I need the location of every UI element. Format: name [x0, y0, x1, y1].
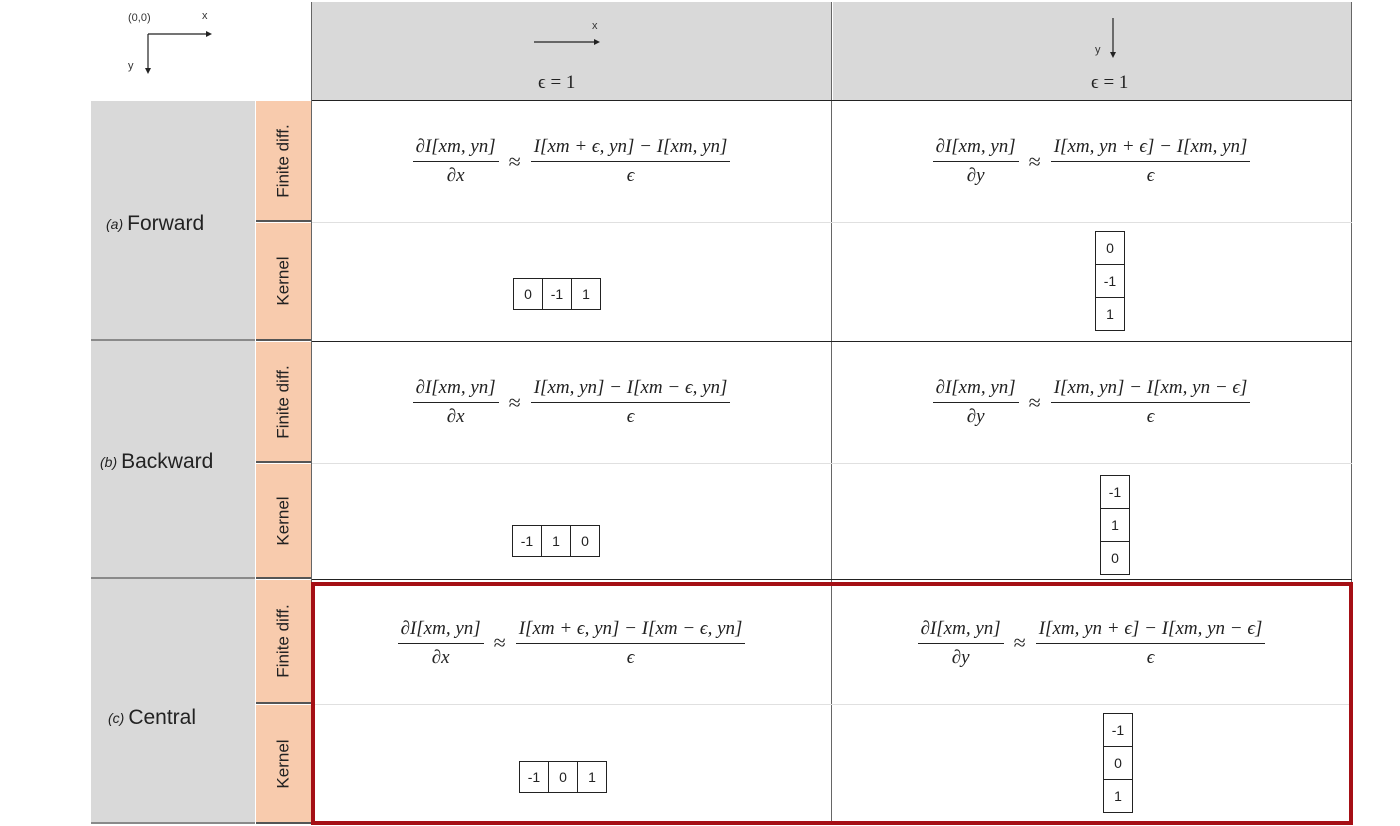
approx-symbol: ≈ [1028, 148, 1041, 174]
grid-line-forward-mid [312, 222, 1352, 223]
kernel-cell: 0 [513, 278, 543, 310]
subrow-label: Finite diff. [273, 604, 293, 678]
subrow-backward-finite-diff: Finite diff. [256, 342, 311, 463]
forward-y-formula: ∂I[xm, yn] ∂y ≈ I[xm, yn + ϵ] − I[xm, yn]… [929, 136, 1255, 187]
subrow-label: Finite diff. [273, 364, 293, 439]
forward-x-formula: ∂I[xm, yn] ∂x ≈ I[xm + ϵ, yn] − I[xm, yn]… [409, 136, 735, 187]
forward-x-formula-cell: ∂I[xm, yn] ∂x ≈ I[xm + ϵ, yn] − I[xm, yn]… [312, 101, 831, 222]
backward-y-formula-cell: ∂I[xm, yn] ∂y ≈ I[xm, yn] − I[xm, yn − ϵ]… [832, 342, 1351, 463]
forward-x-kernel: 0 -1 1 [513, 278, 601, 310]
backward-y-kernel: -1 1 0 [1100, 475, 1130, 575]
forward-x-rhs-den: ϵ [626, 165, 635, 186]
x-direction-arrow-icon [534, 39, 600, 45]
group-forward-name: Forward [127, 212, 205, 235]
kernel-cell: 1 [1095, 297, 1125, 331]
forward-y-rhs-num: I[xm, yn + ϵ] − I[xm, yn] [1050, 136, 1251, 162]
y-direction-arrow-icon [1110, 18, 1116, 58]
group-central-tag: (c) [108, 710, 125, 726]
forward-y-rhs-den: ϵ [1146, 165, 1155, 186]
header-y-epsilon: ϵ = 1 [1091, 72, 1129, 93]
forward-x-rhs-num: I[xm + ϵ, yn] − I[xm, yn] [530, 136, 731, 162]
header-x-cell: x ϵ = 1 [312, 2, 831, 100]
backward-y-rhs-den: ϵ [1146, 406, 1155, 427]
forward-y-lhs-den: ∂y [966, 165, 985, 186]
grid-line-backward-bottom [312, 579, 1352, 580]
subrow-label: Kernel [273, 256, 293, 306]
subrow-label: Finite diff. [273, 123, 293, 198]
group-central-name: Central [128, 706, 197, 729]
kernel-cell: -1 [1100, 475, 1130, 509]
backward-x-rhs-num: I[xm, yn] − I[xm − ϵ, yn] [530, 377, 731, 403]
header-y-axis-label: y [1095, 44, 1101, 56]
central-highlight-box [311, 582, 1353, 825]
kernel-cell: 0 [570, 525, 600, 557]
backward-y-lhs-num: ∂I[xm, yn] [932, 377, 1019, 403]
backward-x-formula: ∂I[xm, yn] ∂x ≈ I[xm, yn] − I[xm − ϵ, yn]… [409, 377, 735, 428]
origin-axes-icon [145, 31, 212, 74]
approx-symbol: ≈ [508, 389, 521, 415]
group-backward-name: Backward [121, 450, 214, 473]
approx-symbol: ≈ [1028, 389, 1041, 415]
group-central-block [91, 579, 255, 824]
subrow-central-finite-diff: Finite diff. [256, 580, 311, 704]
kernel-cell: 1 [1100, 508, 1130, 542]
backward-x-rhs-den: ϵ [626, 406, 635, 427]
backward-x-lhs-den: ∂x [446, 406, 465, 427]
backward-x-formula-cell: ∂I[xm, yn] ∂x ≈ I[xm, yn] − I[xm − ϵ, yn]… [312, 342, 831, 463]
forward-x-lhs-num: ∂I[xm, yn] [412, 136, 499, 162]
forward-y-kernel: 0 -1 1 [1095, 231, 1125, 331]
kernel-cell: 0 [1100, 541, 1130, 575]
origin-label: (0,0) [128, 12, 151, 24]
origin-y-label: y [128, 60, 134, 72]
kernel-cell: -1 [512, 525, 542, 557]
forward-x-lhs-den: ∂x [446, 165, 465, 186]
subrow-backward-kernel: Kernel [256, 464, 311, 579]
backward-y-rhs-num: I[xm, yn] − I[xm, yn − ϵ] [1050, 377, 1251, 403]
grid-line-backward-mid [312, 463, 1352, 464]
kernel-cell: 1 [571, 278, 601, 310]
backward-x-lhs-num: ∂I[xm, yn] [412, 377, 499, 403]
kernel-cell: -1 [1095, 264, 1125, 298]
header-x-epsilon: ϵ = 1 [538, 72, 576, 93]
kernel-cell: -1 [542, 278, 572, 310]
header-x-axis-label: x [592, 20, 598, 32]
subrow-label: Kernel [273, 738, 293, 789]
approx-symbol: ≈ [508, 148, 521, 174]
backward-x-kernel: -1 1 0 [512, 525, 600, 557]
backward-y-lhs-den: ∂y [966, 406, 985, 427]
subrow-central-kernel: Kernel [256, 705, 311, 824]
forward-y-lhs-num: ∂I[xm, yn] [932, 136, 1019, 162]
forward-y-formula-cell: ∂I[xm, yn] ∂y ≈ I[xm, yn + ϵ] − I[xm, yn]… [832, 101, 1351, 222]
group-backward-label: (b) Backward [100, 450, 213, 474]
group-forward-tag: (a) [106, 216, 124, 232]
kernel-cell: 0 [1095, 231, 1125, 265]
group-central-label: (c) Central [108, 706, 196, 730]
subrow-label: Kernel [273, 495, 293, 546]
kernel-cell: 1 [541, 525, 571, 557]
group-backward-tag: (b) [100, 454, 118, 470]
subrow-forward-finite-diff: Finite diff. [256, 101, 311, 222]
group-forward-label: (a) Forward [106, 212, 204, 236]
header-y-cell: y ϵ = 1 [833, 2, 1351, 100]
backward-y-formula: ∂I[xm, yn] ∂y ≈ I[xm, yn] − I[xm, yn − ϵ]… [929, 377, 1255, 428]
subrow-forward-kernel: Kernel [256, 223, 311, 341]
origin-x-label: x [202, 10, 208, 22]
